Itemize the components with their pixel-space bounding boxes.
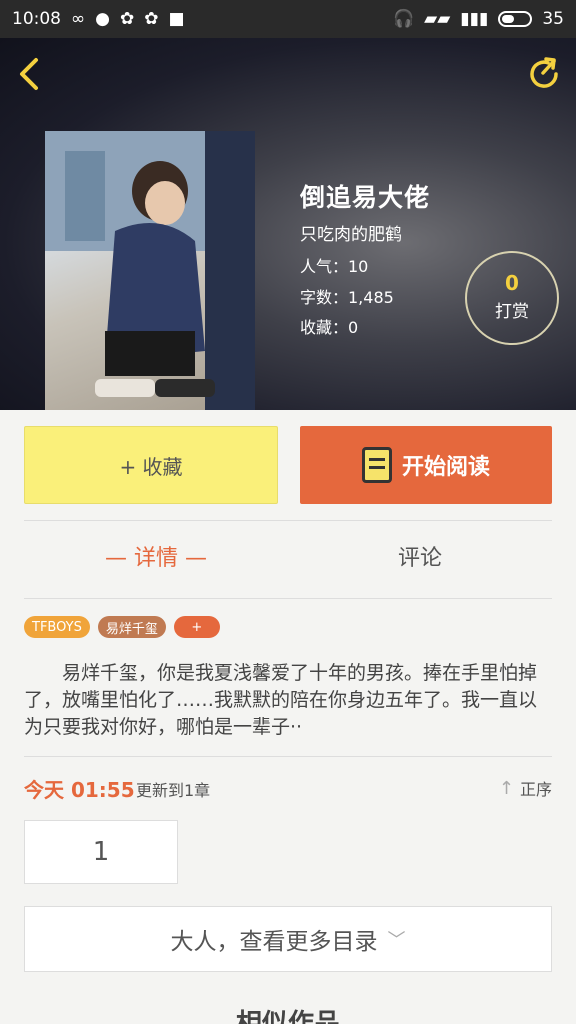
tip-button[interactable]: 0 打赏 — [465, 251, 559, 345]
app-notification-icon: ● — [95, 8, 111, 29]
divider — [24, 598, 552, 599]
book-synopsis[interactable]: 易烊千玺，你是我夏浅馨爱了十年的男孩。捧在手里怕掉了，放嘴里怕化了……我默默的陪… — [24, 660, 552, 742]
book-title: 倒追易大佬 — [300, 183, 431, 212]
signal-icon: ▮▮▮ — [460, 8, 489, 29]
book-favorites: 收藏：0 — [300, 318, 359, 337]
tag-list: TFBOYS 易烊千玺 + — [24, 616, 220, 638]
add-tag-button[interactable]: + — [173, 616, 220, 638]
divider — [24, 756, 552, 757]
more-catalog-button[interactable]: 大人，查看更多目录 ﹀ — [24, 906, 552, 972]
start-reading-label: 开始阅读 — [401, 455, 490, 480]
divider — [24, 520, 552, 521]
tab-comment[interactable]: 评论 — [288, 540, 552, 572]
wifi-icon: ▰▰ — [424, 8, 451, 29]
update-text: 更新到1章 — [136, 781, 211, 800]
paw-icon-2: ✿ — [144, 8, 159, 29]
book-word-count: 字数：1,485 — [300, 288, 394, 307]
infinity-icon: ∞ — [71, 8, 86, 29]
tip-label: 打赏 — [495, 302, 529, 322]
sort-order-label: 正序 — [519, 780, 552, 799]
book-hero: 倒追易大佬 只吃肉的肥鹤 人气：10 字数：1,485 收藏：0 0 打赏 — [0, 38, 576, 410]
book-author[interactable]: 只吃肉的肥鹤 — [300, 220, 402, 245]
tab-detail[interactable]: — 详情 — — [24, 540, 288, 572]
add-favorite-label: + 收藏 — [119, 454, 183, 479]
start-reading-button[interactable]: 开始阅读 — [300, 426, 552, 504]
bag-icon: ■ — [168, 8, 185, 29]
sort-arrow-icon: ↑ — [498, 777, 514, 799]
add-favorite-button[interactable]: + 收藏 — [24, 426, 278, 504]
chevron-down-icon: ﹀ — [387, 930, 406, 951]
update-time: 今天 01:55 — [24, 778, 135, 802]
tag-tfboys[interactable]: TFBOYS — [24, 616, 90, 638]
share-refresh-icon[interactable] — [526, 56, 562, 92]
book-cover-image[interactable] — [45, 131, 255, 410]
chapter-number: 1 — [92, 837, 110, 867]
battery-icon — [498, 11, 533, 27]
more-catalog-label: 大人，查看更多目录 — [170, 929, 378, 955]
status-time: 10:08 — [12, 9, 61, 29]
chapter-item[interactable]: 1 — [24, 820, 178, 884]
book-popularity: 人气：10 — [300, 257, 369, 276]
book-icon — [361, 447, 392, 483]
battery-level: 35 — [542, 9, 564, 29]
status-bar: 10:08 ∞ ● ✿ ✿ ■ 🎧 ▰▰ ▮▮▮ 35 — [0, 0, 576, 38]
tag-yiyangqianxi[interactable]: 易烊千玺 — [97, 616, 166, 638]
headphones-icon: 🎧 — [392, 8, 415, 29]
similar-works-heading: 相似作品 — [235, 1009, 340, 1024]
back-arrow-icon[interactable] — [14, 56, 46, 92]
sort-order-button[interactable]: ↑ 正序 — [499, 776, 552, 800]
tip-count: 0 — [505, 271, 519, 295]
paw-icon: ✿ — [120, 8, 135, 29]
